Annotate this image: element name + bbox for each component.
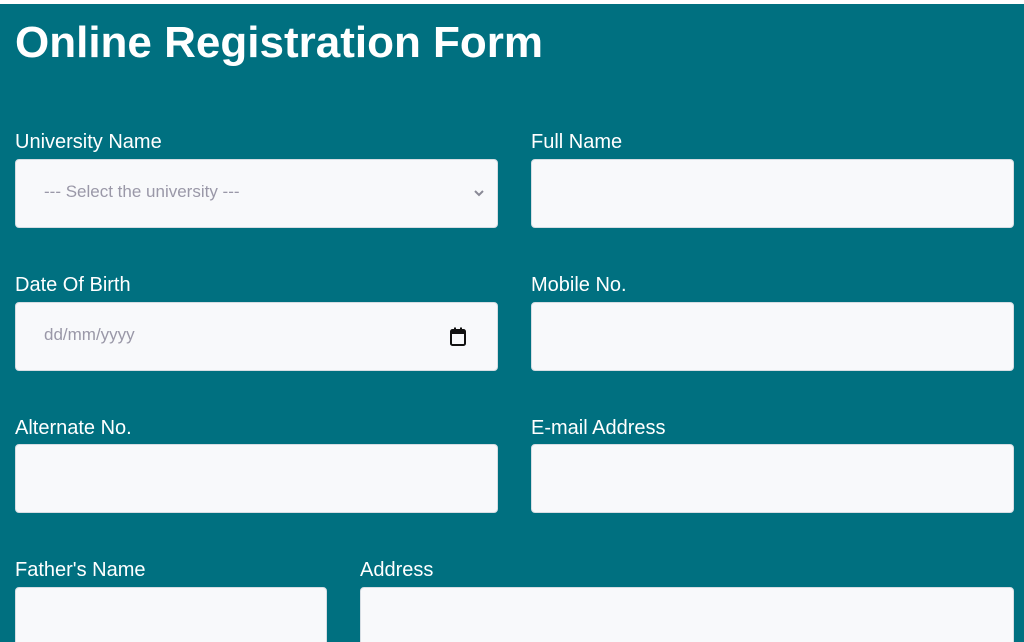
university-select[interactable]: --- Select the university --- — [15, 159, 498, 228]
email-input[interactable] — [531, 444, 1014, 513]
mobile-label: Mobile No. — [531, 274, 627, 296]
full-name-label: Full Name — [531, 131, 623, 153]
email-label: E-mail Address — [531, 417, 666, 439]
address-label: Address — [360, 559, 434, 581]
alternate-input[interactable] — [15, 444, 498, 513]
dob-input[interactable]: dd/mm/yyyy — [15, 302, 498, 371]
chevron-down-icon[interactable] — [473, 188, 485, 198]
alternate-label: Alternate No. — [15, 417, 132, 439]
calendar-icon[interactable] — [449, 327, 467, 347]
address-input[interactable] — [360, 587, 1014, 642]
mobile-input[interactable] — [531, 302, 1014, 371]
father-name-input[interactable] — [15, 587, 327, 642]
full-name-input[interactable] — [531, 159, 1014, 228]
dob-label: Date Of Birth — [15, 274, 131, 296]
registration-page: Online Registration Form University Name… — [0, 4, 1024, 642]
university-select-placeholder: --- Select the university --- — [44, 182, 240, 201]
university-label: University Name — [15, 131, 162, 153]
dob-placeholder: dd/mm/yyyy — [44, 325, 135, 344]
father-name-label: Father's Name — [15, 559, 146, 581]
page-title: Online Registration Form — [15, 18, 544, 67]
